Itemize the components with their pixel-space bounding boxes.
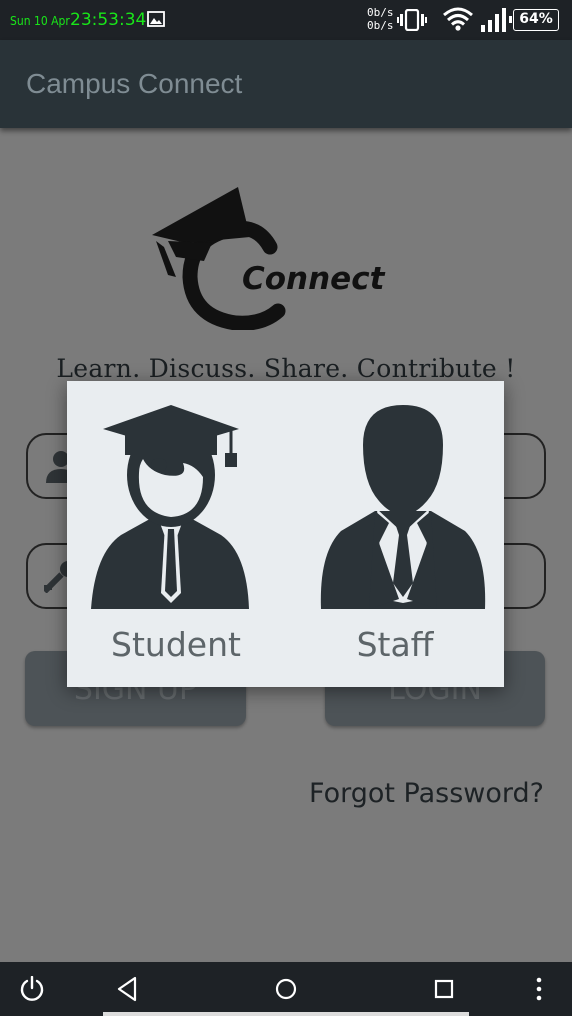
student-icon	[91, 405, 249, 609]
staff-label: Staff	[356, 625, 434, 664]
staff-option[interactable]: Staff	[286, 381, 504, 687]
signal-icon	[481, 8, 506, 32]
app-title: Campus Connect	[26, 68, 243, 99]
app-logo: Connect	[150, 185, 390, 331]
network-speed: 0b/s 0b/s	[367, 6, 394, 32]
status-time: 23:53:34	[70, 10, 147, 30]
more-icon[interactable]	[526, 976, 552, 1002]
vibrate-icon	[397, 9, 427, 31]
recents-icon[interactable]	[431, 976, 457, 1002]
student-label: Student	[111, 625, 241, 664]
staff-icon	[320, 405, 486, 609]
battery-icon: 64%	[509, 9, 559, 31]
logo-text: Connect	[242, 261, 386, 297]
back-icon[interactable]	[115, 976, 141, 1002]
user-type-dialog: Student Staff	[67, 381, 504, 687]
wifi-icon	[443, 7, 473, 31]
net-up: 0b/s	[367, 6, 394, 19]
nav-indicator	[103, 1012, 469, 1016]
gallery-icon	[147, 11, 165, 27]
logo-graphic: Connect	[152, 187, 386, 331]
student-option[interactable]: Student	[67, 381, 285, 687]
forgot-password-link[interactable]: Forgot Password?	[309, 778, 544, 809]
status-bar: Sun 10 Apr 23:53:34 0b/s 0b/s 64%	[0, 0, 572, 40]
status-date: Sun 10 Apr	[10, 14, 70, 28]
net-down: 0b/s	[367, 19, 394, 32]
home-icon[interactable]	[273, 976, 299, 1002]
power-icon[interactable]	[19, 976, 45, 1002]
navigation-bar	[0, 962, 572, 1016]
app-bar: Campus Connect	[0, 40, 572, 128]
tagline: Learn. Discuss. Share. Contribute !	[56, 354, 516, 383]
